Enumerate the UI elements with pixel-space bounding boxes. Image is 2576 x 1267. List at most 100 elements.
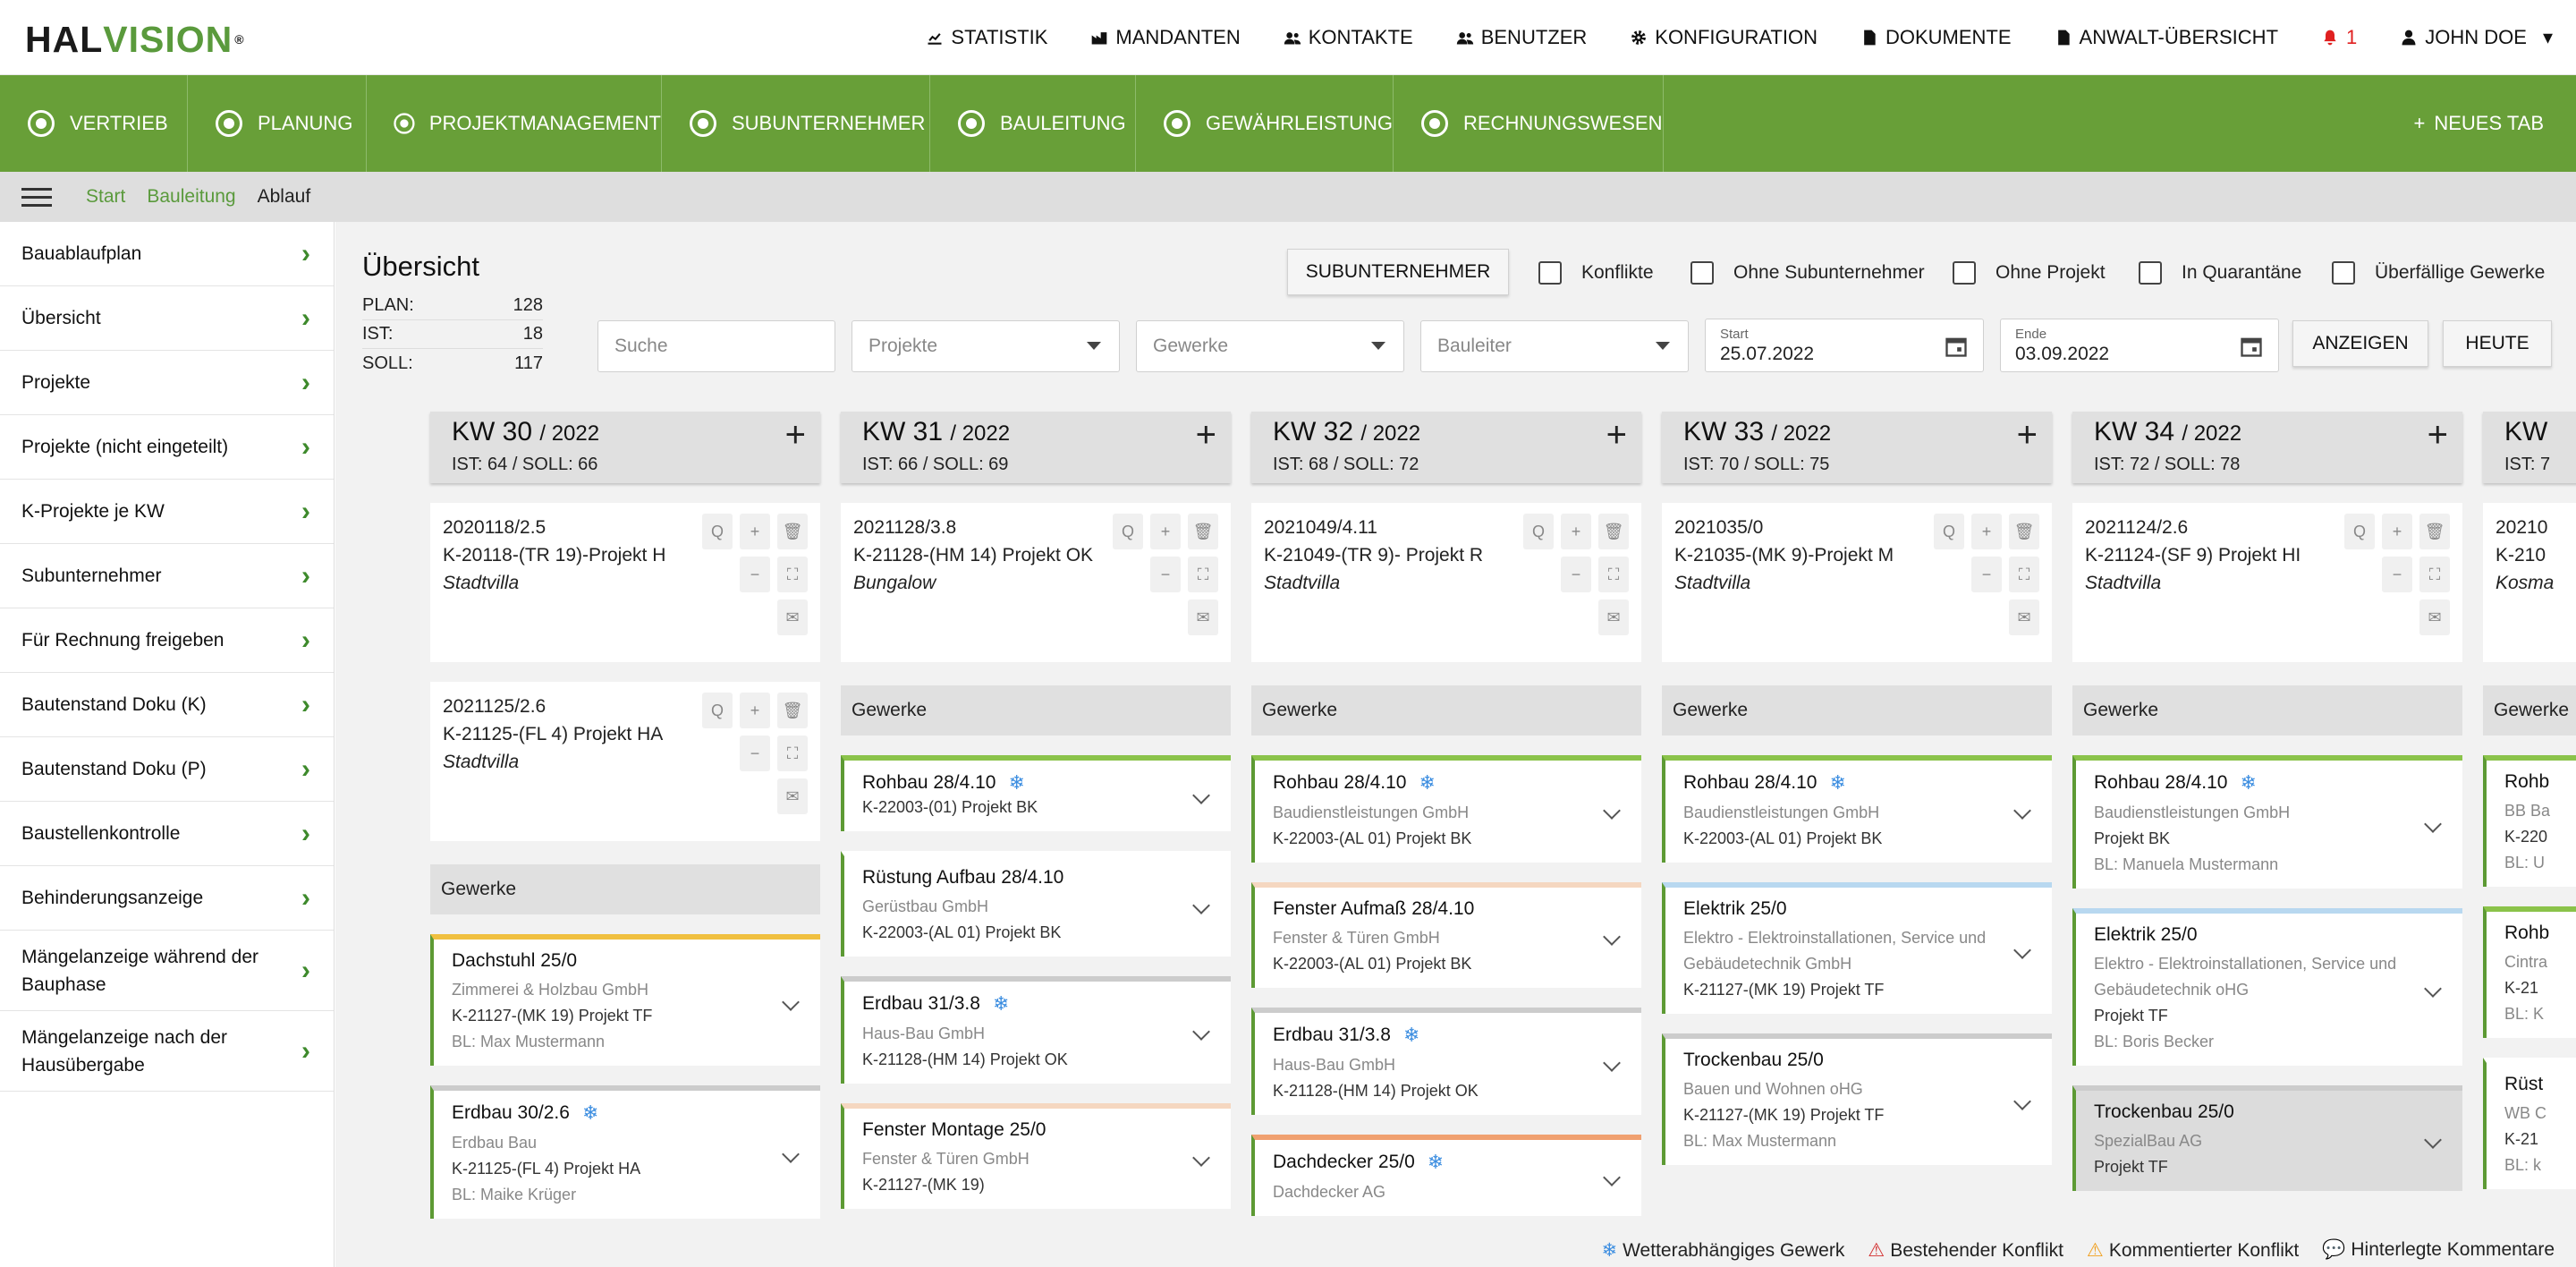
gewerke-select[interactable]: Gewerke bbox=[1136, 320, 1404, 372]
breadcrumb-start[interactable]: Start bbox=[86, 186, 125, 208]
hierarchy-icon[interactable]: ⛶ bbox=[2009, 557, 2039, 592]
hierarchy-icon[interactable]: ⛶ bbox=[777, 736, 808, 771]
plus-button[interactable]: + bbox=[1971, 514, 2002, 549]
plus-button[interactable]: + bbox=[1150, 514, 1181, 549]
konflikte-checkbox[interactable] bbox=[1538, 261, 1562, 285]
gewerk-card[interactable]: Fenster Montage 25/0 Fenster & Türen GmbH… bbox=[841, 1103, 1231, 1209]
hierarchy-icon[interactable]: ⛶ bbox=[2419, 557, 2450, 592]
breadcrumb-bauleitung[interactable]: Bauleitung bbox=[147, 186, 235, 208]
tab-rechnungswesen[interactable]: RECHNUNGSWESEN bbox=[1394, 75, 1664, 172]
filter-konflikte[interactable]: Konflikte bbox=[1538, 261, 1654, 285]
add-project-button[interactable]: + bbox=[2017, 417, 2038, 453]
ohne-projekt-checkbox[interactable] bbox=[1953, 261, 1976, 285]
ohne-subunternehmer-checkbox[interactable] bbox=[1690, 261, 1714, 285]
sidebar-item-4[interactable]: K-Projekte je KW › bbox=[0, 480, 334, 544]
filter-ueberfaellige-gewerke[interactable]: Überfällige Gewerke bbox=[2332, 261, 2545, 285]
hierarchy-icon[interactable]: ⛶ bbox=[1188, 557, 1218, 592]
search-input[interactable]: Suche bbox=[597, 320, 835, 372]
quarantaene-checkbox[interactable] bbox=[2139, 261, 2162, 285]
minus-button[interactable]: − bbox=[1150, 557, 1181, 592]
gewerk-card[interactable]: Rohbau 28/4.10 ❄ Baudienstleistungen GmbH K… bbox=[1662, 755, 2052, 863]
q-button[interactable]: Q bbox=[702, 514, 733, 549]
trash-icon[interactable]: 🗑 bbox=[2419, 514, 2450, 549]
plus-button[interactable]: + bbox=[2382, 514, 2412, 549]
gewerk-card[interactable]: Dachstuhl 25/0 Zimmerei & Holzbau GmbH K-2… bbox=[430, 934, 820, 1066]
sidebar-item-10[interactable]: Behinderungsanzeige › bbox=[0, 866, 334, 931]
q-button[interactable]: Q bbox=[2344, 514, 2375, 549]
add-project-button[interactable]: + bbox=[785, 417, 806, 453]
plus-button[interactable]: + bbox=[740, 514, 770, 549]
gewerk-card[interactable]: Dachdecker 25/0 ❄ Dachdecker AG bbox=[1251, 1135, 1641, 1216]
gewerk-card[interactable]: Trockenbau 25/0 SpezialBau AG Projekt TF bbox=[2072, 1085, 2462, 1191]
gewerk-card[interactable]: Rohbau 28/4.10 ❄ Baudienstleistungen GmbH P… bbox=[2072, 755, 2462, 889]
tab-vertrieb[interactable]: VERTRIEB bbox=[0, 75, 188, 172]
sidebar-item-1[interactable]: Übersicht › bbox=[0, 286, 334, 351]
topnav-chart-0[interactable]: STATISTIK bbox=[926, 26, 1047, 49]
plus-button[interactable]: + bbox=[1561, 514, 1591, 549]
topnav-users-3[interactable]: BENUTZER bbox=[1456, 26, 1587, 49]
gewerk-card[interactable]: Rüstung Aufbau 28/4.10 Gerüstbau GmbH K-22… bbox=[841, 851, 1231, 957]
anzeigen-button[interactable]: ANZEIGEN bbox=[2292, 320, 2428, 367]
minus-button[interactable]: − bbox=[740, 557, 770, 592]
sidebar-item-9[interactable]: Baustellenkontrolle › bbox=[0, 802, 334, 866]
q-button[interactable]: Q bbox=[1934, 514, 1964, 549]
sidebar-item-12[interactable]: Mängelanzeige nach der Hausübergabe › bbox=[0, 1011, 334, 1092]
minus-button[interactable]: − bbox=[740, 736, 770, 771]
project-card[interactable]: 2021035/0 K-21035-(MK 9)-Projekt M Stadtvi… bbox=[1662, 503, 2052, 662]
gewerk-card[interactable]: Elektrik 25/0 Elektro - Elektroinstallati… bbox=[2072, 908, 2462, 1066]
trash-icon[interactable]: 🗑 bbox=[777, 514, 808, 549]
trash-icon[interactable]: 🗑 bbox=[1188, 514, 1218, 549]
tab-gewaehrleistung[interactable]: GEWÄHRLEISTUNG bbox=[1136, 75, 1394, 172]
gewerk-card[interactable]: Rohbau 28/4.10 ❄ K-22003-(01) Projekt BK bbox=[841, 755, 1231, 831]
start-date-field[interactable]: Start 25.07.2022 bbox=[1705, 319, 1984, 372]
sidebar-item-8[interactable]: Bautenstand Doku (P) › bbox=[0, 737, 334, 802]
project-card[interactable]: 2021124/2.6 K-21124-(SF 9) Projekt HI Stad… bbox=[2072, 503, 2462, 662]
tab-planung[interactable]: PLANUNG bbox=[188, 75, 367, 172]
project-card[interactable]: 2021125/2.6 K-21125-(FL 4) Projekt HA Stad… bbox=[430, 682, 820, 841]
ueberfaellige-gewerke-checkbox[interactable] bbox=[2332, 261, 2355, 285]
bauleiter-select[interactable]: Bauleiter bbox=[1420, 320, 1689, 372]
gewerk-card[interactable]: Erdbau 31/3.8 ❄ Haus-Bau GmbH K-21128-(HM 1… bbox=[841, 976, 1231, 1084]
calendar-icon[interactable] bbox=[2239, 334, 2264, 359]
topnav-users-2[interactable]: KONTAKTE bbox=[1284, 26, 1413, 49]
trash-icon[interactable]: 🗑 bbox=[2009, 514, 2039, 549]
gewerk-card[interactable]: Rohb Cintra K-21 BL: K bbox=[2483, 906, 2576, 1038]
minus-button[interactable]: − bbox=[2382, 557, 2412, 592]
sidebar-item-0[interactable]: Bauablaufplan › bbox=[0, 222, 334, 286]
mail-icon[interactable]: ✉ bbox=[777, 778, 808, 814]
sidebar-item-11[interactable]: Mängelanzeige während der Bauphase › bbox=[0, 931, 334, 1011]
filter-ohne-subunternehmer[interactable]: Ohne Subunternehmer bbox=[1690, 261, 1925, 285]
heute-button[interactable]: HEUTE bbox=[2443, 320, 2552, 367]
add-project-button[interactable]: + bbox=[1196, 417, 1216, 453]
hierarchy-icon[interactable]: ⛶ bbox=[1598, 557, 1629, 592]
plus-button[interactable]: + bbox=[740, 693, 770, 728]
topnav-document-6[interactable]: ANWALT-ÜBERSICHT bbox=[2055, 26, 2278, 49]
filter-ohne-projekt[interactable]: Ohne Projekt bbox=[1953, 261, 2106, 285]
sidebar-item-5[interactable]: Subunternehmer › bbox=[0, 544, 334, 608]
logo[interactable]: HAL VISION ® bbox=[25, 19, 245, 60]
filter-quarantaene[interactable]: In Quarantäne bbox=[2139, 261, 2301, 285]
topnav-factory-1[interactable]: MANDANTEN bbox=[1090, 26, 1241, 49]
gewerk-card[interactable]: Erdbau 31/3.8 ❄ Haus-Bau GmbH K-21128-(HM 1… bbox=[1251, 1008, 1641, 1115]
projekte-select[interactable]: Projekte bbox=[852, 320, 1120, 372]
gewerk-card[interactable]: Rohbau 28/4.10 ❄ Baudienstleistungen GmbH K… bbox=[1251, 755, 1641, 863]
tab-subunternehmer[interactable]: SUBUNTERNEHMER bbox=[662, 75, 930, 172]
mail-icon[interactable]: ✉ bbox=[777, 599, 808, 635]
mail-icon[interactable]: ✉ bbox=[2419, 599, 2450, 635]
q-button[interactable]: Q bbox=[1113, 514, 1143, 549]
topnav-document-5[interactable]: DOKUMENTE bbox=[1860, 26, 2012, 49]
end-date-field[interactable]: Ende 03.09.2022 bbox=[2000, 319, 2279, 372]
project-card[interactable]: 2021128/3.8 K-21128-(HM 14) Projekt OK Bun… bbox=[841, 503, 1231, 662]
gewerk-card[interactable]: Fenster Aufmaß 28/4.10 Fenster & Türen Gm… bbox=[1251, 882, 1641, 988]
hierarchy-icon[interactable]: ⛶ bbox=[777, 557, 808, 592]
hamburger-menu-icon[interactable] bbox=[21, 187, 52, 207]
mail-icon[interactable]: ✉ bbox=[1598, 599, 1629, 635]
mail-icon[interactable]: ✉ bbox=[2009, 599, 2039, 635]
minus-button[interactable]: − bbox=[1561, 557, 1591, 592]
gewerk-card[interactable]: Erdbau 30/2.6 ❄ Erdbau Bau K-21125-(FL 4) P… bbox=[430, 1085, 820, 1219]
q-button[interactable]: Q bbox=[702, 693, 733, 728]
new-tab-button[interactable]: + NEUES TAB bbox=[2413, 75, 2544, 172]
user-menu[interactable]: JOHN DOE ▾ bbox=[2400, 26, 2553, 49]
topnav-gear-4[interactable]: KONFIGURATION bbox=[1630, 26, 1818, 49]
calendar-icon[interactable] bbox=[1944, 334, 1969, 359]
